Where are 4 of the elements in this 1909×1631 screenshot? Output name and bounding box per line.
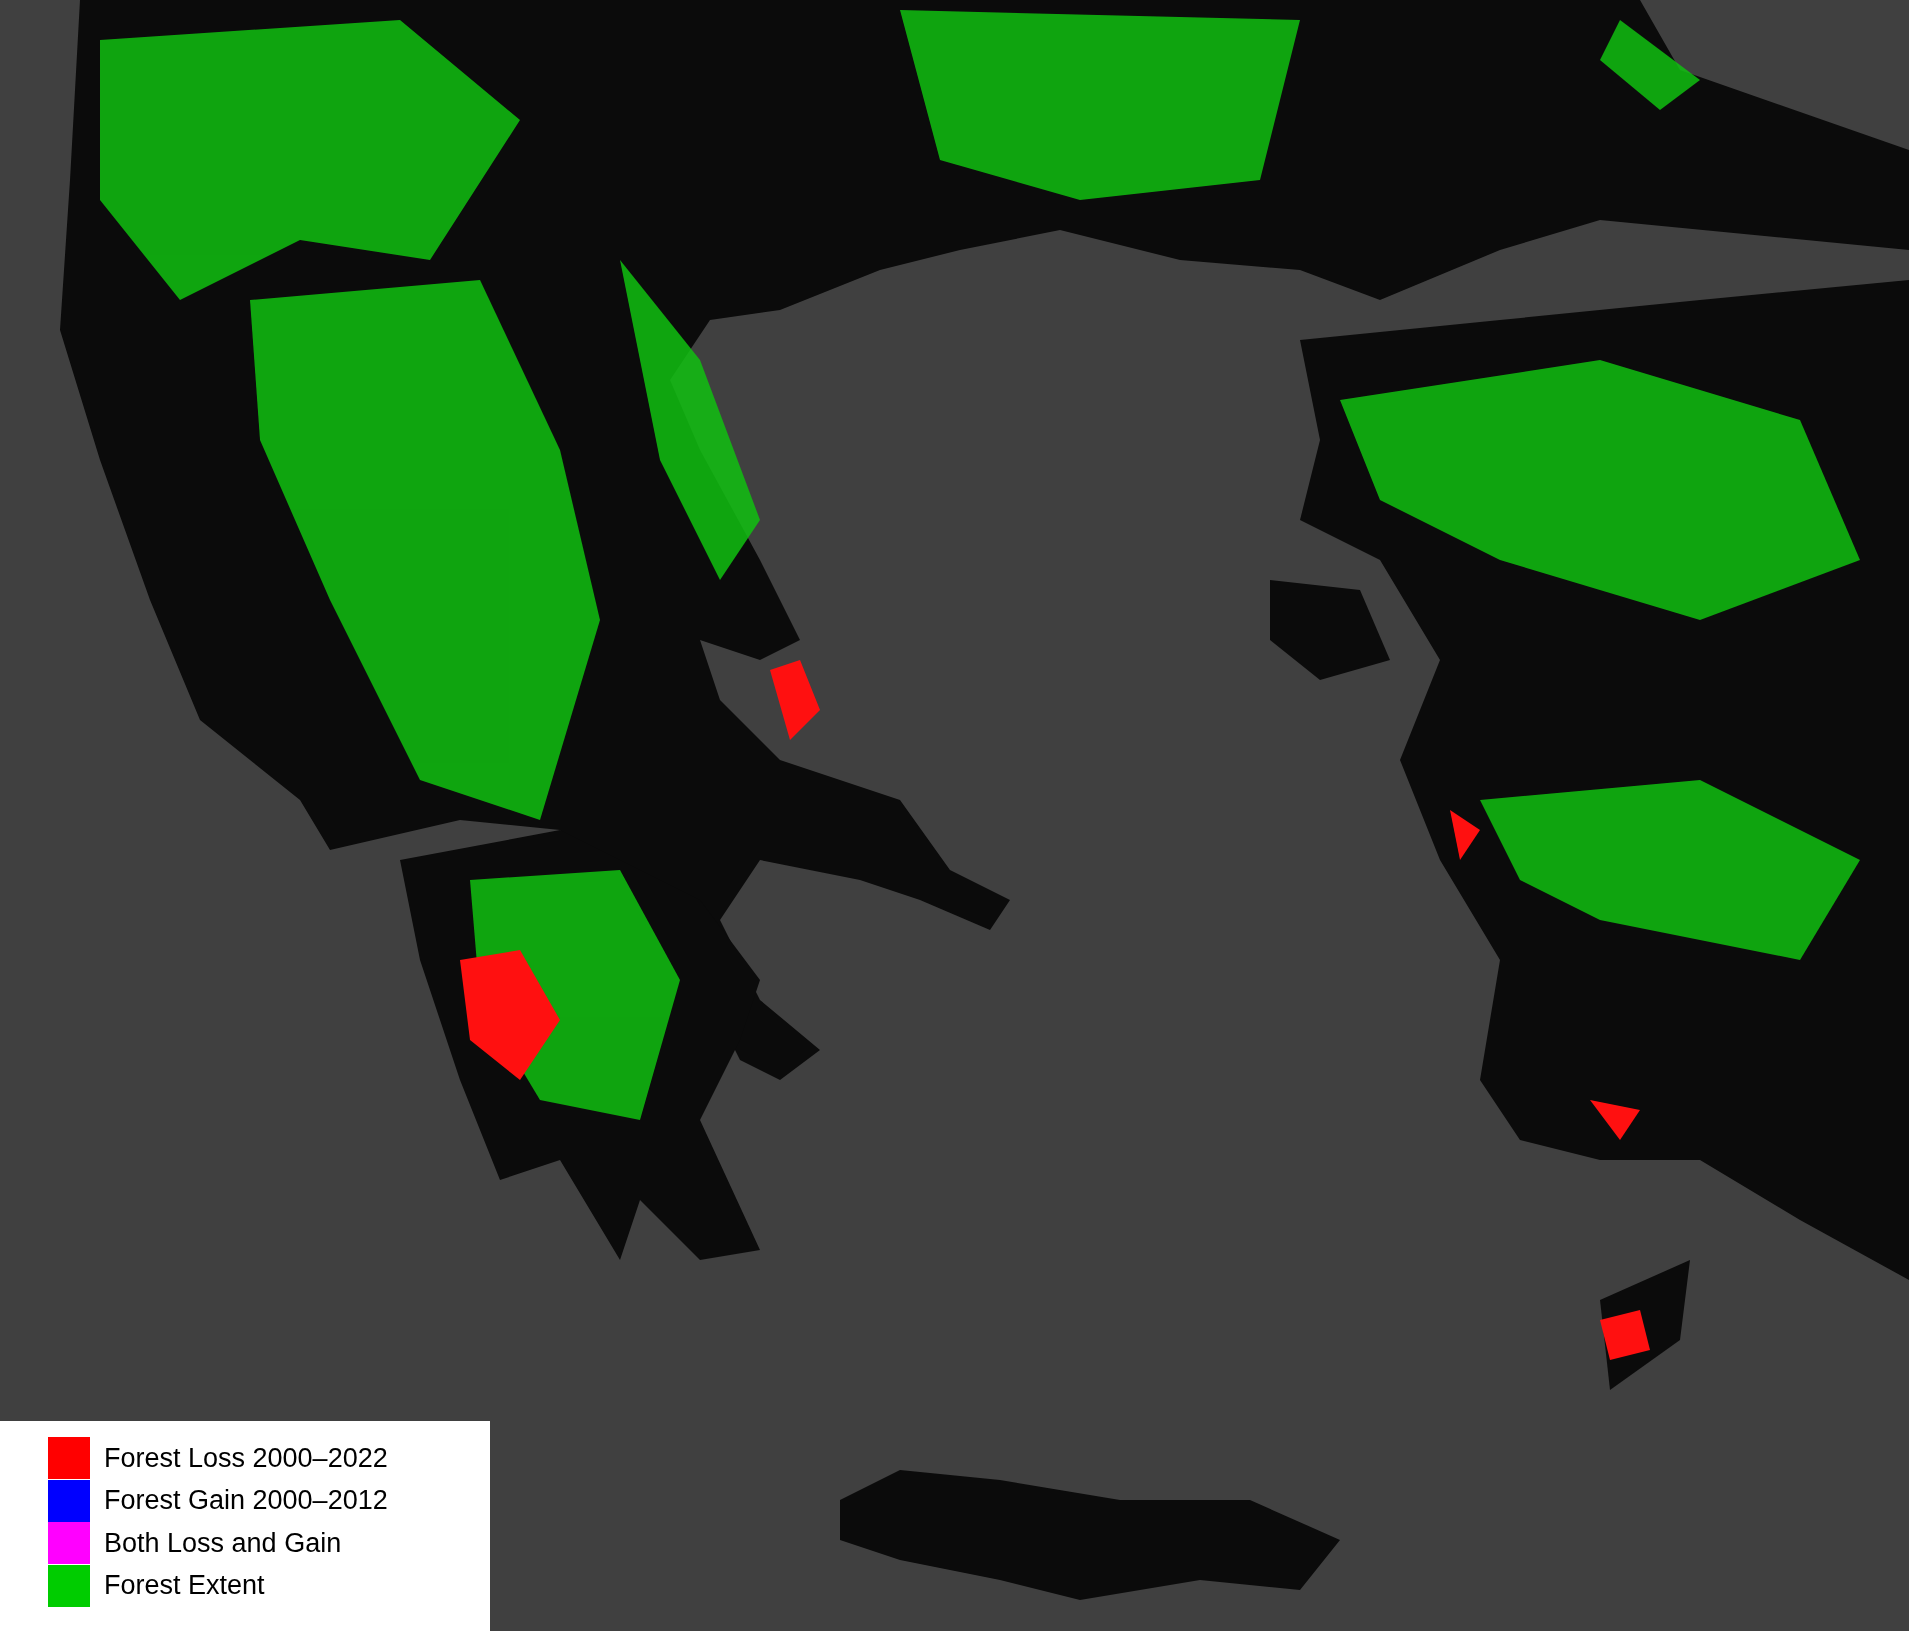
legend-label: Forest Loss 2000–2022 <box>104 1442 388 1474</box>
legend-label: Forest Gain 2000–2012 <box>104 1485 388 1517</box>
legend-label: Both Loss and Gain <box>104 1527 342 1559</box>
legend-label: Forest Extent <box>104 1570 265 1602</box>
